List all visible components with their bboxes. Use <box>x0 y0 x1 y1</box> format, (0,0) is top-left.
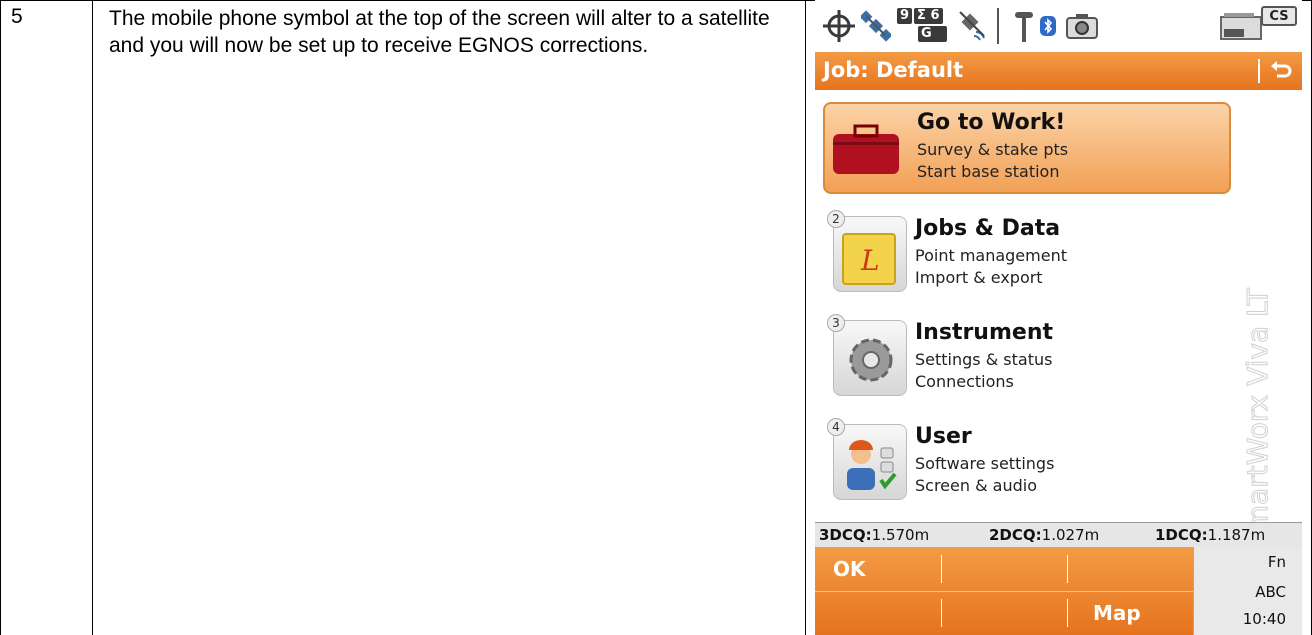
rtk-satellite-link-icon[interactable] <box>955 6 991 46</box>
input-mode-abc[interactable]: ABC <box>1194 583 1302 601</box>
status-bar: 9 Σ 6 G 6 CS <box>815 0 1302 57</box>
menu-item-line2: Connections <box>915 372 1014 391</box>
clock: 10:40 <box>1242 610 1286 628</box>
dcq-1d: 1DCQ:1.187m <box>1155 526 1266 544</box>
dcq-3d: 3DCQ:1.570m <box>819 526 930 544</box>
glonass-count: G 6 <box>918 26 947 57</box>
menu-item-go-to-work[interactable]: Go to Work! Survey & stake pts Start bas… <box>823 102 1231 194</box>
softkey-f2[interactable] <box>941 547 1067 591</box>
menu-item-line1: Settings & status <box>915 350 1053 369</box>
shortcut-badge: 3 <box>827 314 845 332</box>
step-number-cell: 5 <box>0 0 93 635</box>
memory-battery-icon[interactable] <box>1219 6 1263 46</box>
softkey-divider <box>1067 599 1068 627</box>
status-divider <box>997 8 999 44</box>
step-text-cell: The mobile phone symbol at the top of th… <box>92 0 806 635</box>
briefcase-icon <box>831 122 905 178</box>
softkey-divider <box>941 555 942 583</box>
map-button[interactable]: Map <box>1067 591 1193 635</box>
svg-text:L: L <box>860 244 880 277</box>
menu-item-line1: Survey & stake pts <box>917 140 1069 159</box>
satellite-counts: 9 Σ 6 G 6 <box>897 8 947 57</box>
shortcut-badge: 4 <box>827 418 845 436</box>
menu-item-line1: Point management <box>915 246 1067 265</box>
fn-key[interactable]: Fn <box>1194 553 1302 571</box>
gear-icon <box>843 330 899 390</box>
shortcut-badge: 2 <box>827 210 845 228</box>
softkey-f4[interactable] <box>815 591 941 635</box>
page-title: Job: Default <box>823 58 964 82</box>
softkey-divider <box>1067 555 1068 583</box>
gnss-antenna-icon[interactable] <box>1011 6 1037 46</box>
cs-badge[interactable]: CS <box>1261 6 1297 26</box>
softkey-bar: OK Map <box>815 547 1193 635</box>
crosshair-position-icon[interactable] <box>821 6 857 46</box>
softkey-row-divider <box>815 591 1193 592</box>
menu-item-instrument[interactable]: 3 Instrument Settings & status Connectio… <box>823 310 1253 410</box>
menu-item-line2: Import & export <box>915 268 1043 287</box>
softkey-divider <box>941 599 942 627</box>
softkey-f3[interactable] <box>1067 547 1193 591</box>
menu-item-line2: Screen & audio <box>915 476 1037 495</box>
menu-item-jobs-data[interactable]: L 2 Jobs & Data Point management Import … <box>823 206 1253 306</box>
menu-item-user[interactable]: 4 User Software settings Screen & audio <box>823 414 1253 514</box>
menu-item-title: Go to Work! <box>917 110 1066 135</box>
user-settings-icon <box>839 432 903 496</box>
ok-button[interactable]: OK <box>815 547 941 591</box>
step-number: 5 <box>11 5 23 28</box>
back-arrow-icon[interactable] <box>1269 58 1293 84</box>
smartworx-viva-watermark: SmartWorx Viva LT <box>1241 287 1275 551</box>
menu-item-title: Instrument <box>915 320 1053 345</box>
device-screen: 9 Σ 6 G 6 CS Job: Default Go to Work! Su… <box>815 0 1302 635</box>
title-bar: Job: Default <box>815 52 1302 90</box>
title-divider <box>1258 59 1260 83</box>
main-menu: Go to Work! Survey & stake pts Start bas… <box>815 90 1302 551</box>
sigma-count: Σ 6 <box>914 8 943 24</box>
menu-item-title: Jobs & Data <box>915 216 1061 241</box>
folder-icon: L <box>841 228 899 286</box>
menu-item-line1: Software settings <box>915 454 1055 473</box>
menu-item-title: User <box>915 424 972 449</box>
step-instruction: The mobile phone symbol at the top of th… <box>109 7 770 57</box>
bluetooth-icon[interactable] <box>1039 6 1057 46</box>
camera-icon[interactable] <box>1065 6 1099 46</box>
quality-bar: 3DCQ:1.570m 2DCQ:1.027m 1DCQ:1.187m <box>815 522 1302 547</box>
satellite-icon[interactable] <box>861 6 891 46</box>
menu-item-line2: Start base station <box>917 162 1060 181</box>
softkey-f5[interactable] <box>941 591 1067 635</box>
watermark-text: SmartWorx Viva LT <box>1241 287 1274 550</box>
dcq-2d: 2DCQ:1.027m <box>989 526 1100 544</box>
side-status: Fn ABC 10:40 <box>1193 547 1302 635</box>
gps-count: 9 <box>897 8 913 24</box>
